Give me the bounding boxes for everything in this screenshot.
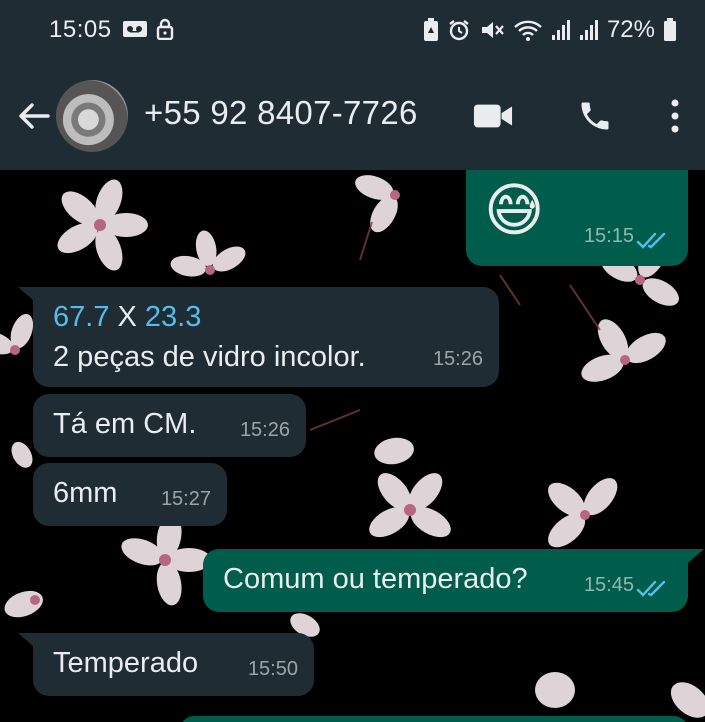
status-left-icons xyxy=(122,18,174,40)
chat-area[interactable]: 😅 15:15 67.7 X 23.3 2 peças de vidro inc… xyxy=(0,170,705,722)
battery-saver-icon xyxy=(423,18,439,42)
status-bar: 15:05 72% xyxy=(0,0,705,62)
message-time: 15:45 xyxy=(583,574,634,596)
lock-icon xyxy=(156,18,174,40)
more-options-button[interactable] xyxy=(655,96,695,136)
alarm-icon xyxy=(447,18,471,42)
phone-number-link[interactable]: 67.7 xyxy=(53,301,109,333)
message-text: Tá em CM. xyxy=(53,408,197,440)
message-incoming[interactable]: Tá em CM. 15:26 xyxy=(33,394,306,457)
bubble-tail xyxy=(688,549,704,563)
message-text: 6mm xyxy=(53,477,118,509)
more-options-icon xyxy=(671,99,679,133)
signal-icon xyxy=(551,18,571,42)
message-text-line1: 67.7 X 23.3 xyxy=(53,299,201,335)
emoji: 😅 xyxy=(484,178,545,243)
video-call-button[interactable] xyxy=(473,96,513,136)
back-button[interactable] xyxy=(14,96,54,136)
status-time: 15:05 xyxy=(49,16,112,43)
wifi-icon xyxy=(513,18,543,42)
message-time: 15:15 xyxy=(583,225,634,247)
back-arrow-icon xyxy=(19,103,50,129)
voicemail-icon xyxy=(122,19,148,39)
message-outgoing-partial[interactable] xyxy=(180,716,688,722)
battery-percent: 72% xyxy=(606,16,655,43)
message-incoming[interactable]: 67.7 X 23.3 2 peças de vidro incolor. 15… xyxy=(33,287,499,387)
chat-header: +55 92 8407-7726 xyxy=(0,62,705,170)
message-text: Temperado xyxy=(53,647,199,679)
read-receipt-icon xyxy=(636,580,666,597)
message-text: Comum ou temperado? xyxy=(223,563,528,595)
avatar[interactable] xyxy=(56,80,128,152)
message-text: X xyxy=(109,301,145,333)
signal-icon xyxy=(579,18,599,42)
status-right: 72% xyxy=(423,16,677,44)
bubble-tail xyxy=(18,287,34,301)
voice-call-button[interactable] xyxy=(575,96,615,136)
message-text: 2 peças de vidro incolor. xyxy=(53,341,366,373)
message-time: 15:50 xyxy=(247,658,298,680)
message-outgoing[interactable]: Comum ou temperado? 15:45 xyxy=(203,549,688,612)
message-time: 15:26 xyxy=(239,419,290,441)
message-incoming[interactable]: Temperado 15:50 xyxy=(33,633,314,696)
message-incoming[interactable]: 6mm 15:27 xyxy=(33,463,227,526)
message-outgoing[interactable]: 😅 15:15 xyxy=(466,170,688,266)
video-call-icon xyxy=(473,104,513,128)
battery-icon xyxy=(663,18,677,42)
bubble-tail xyxy=(18,633,34,647)
phone-icon xyxy=(581,102,609,130)
message-time: 15:27 xyxy=(160,488,211,510)
message-time: 15:26 xyxy=(432,348,483,370)
mute-icon xyxy=(479,18,505,42)
phone-number-link[interactable]: 23.3 xyxy=(145,301,201,333)
contact-name[interactable]: +55 92 8407-7726 xyxy=(144,94,418,132)
read-receipt-icon xyxy=(636,232,666,249)
